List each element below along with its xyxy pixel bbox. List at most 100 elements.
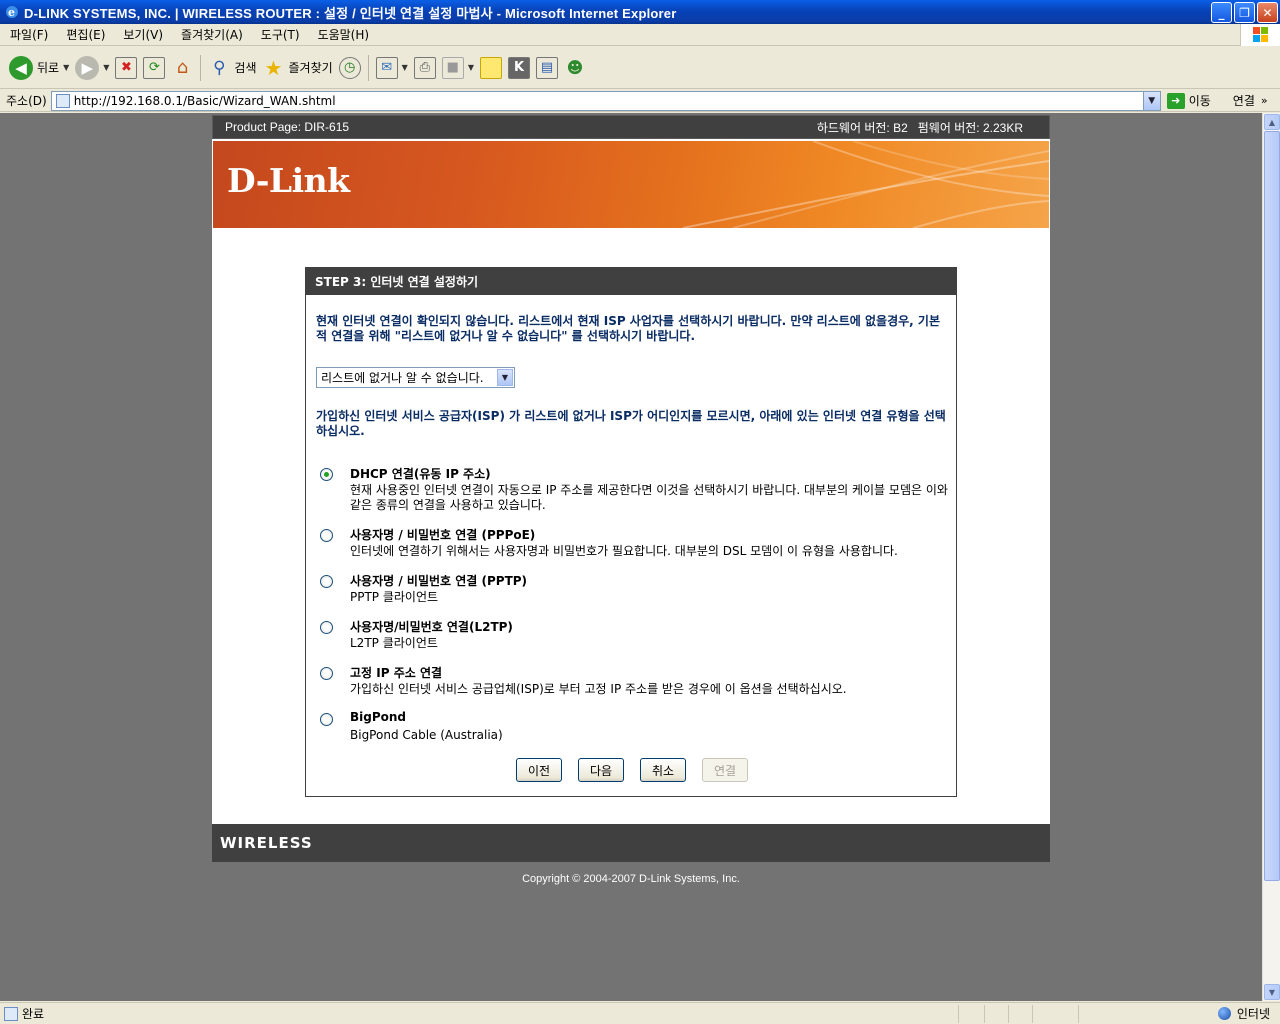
address-bar: 주소(D) http://192.168.0.1/Basic/Wizard_WA…: [0, 90, 1280, 112]
history-icon: ◷: [338, 56, 361, 79]
go-label: 이동: [1188, 94, 1211, 108]
history-button[interactable]: ◷: [336, 51, 364, 85]
isp-select[interactable]: 리스트에 없거나 알 수 없습니다. ▼: [316, 367, 515, 388]
discuss-button[interactable]: [477, 51, 505, 85]
forward-button[interactable]: ▶ ▼: [72, 51, 112, 85]
toolbar: ◀ 뒤로 ▼ ▶ ▼ ✖ ⟳ ⌂ ⚲ 검색 ★ 즐겨찾기 ◷ ✉ ▼ ⎙ ■ ▼…: [0, 47, 1280, 89]
menu-view[interactable]: 보기(V): [113, 26, 171, 43]
refresh-icon: ⟳: [143, 56, 166, 79]
window-title: D-LINK SYSTEMS, INC. | WIRELESS ROUTER :…: [24, 5, 677, 21]
globe-icon: [1217, 1007, 1231, 1020]
windows-logo-icon: [1240, 24, 1280, 46]
dlink-banner: D-Link: [213, 141, 1049, 228]
star-icon: ★: [264, 55, 283, 80]
refresh-button[interactable]: ⟳: [140, 51, 168, 85]
address-label: 주소(D): [6, 94, 47, 108]
go-button[interactable]: ➜ 이동: [1166, 92, 1211, 109]
status-divider: [1032, 1005, 1033, 1023]
status-divider: [1008, 1005, 1009, 1023]
radio-static-ip[interactable]: [320, 667, 333, 680]
radio-pptp[interactable]: [320, 575, 333, 588]
address-url[interactable]: http://192.168.0.1/Basic/Wizard_WAN.shtm…: [74, 94, 336, 108]
option-title: 사용자명/비밀번호 연결(L2TP): [350, 620, 513, 634]
option-desc: 가입하신 인터넷 서비스 공급업체(ISP)로 부터 고정 IP 주소를 받은 …: [350, 682, 847, 696]
menu-help[interactable]: 도움말(H): [308, 26, 378, 43]
notice-text: 가입하신 인터넷 서비스 공급자(ISP) 가 리스트에 없거나 ISP가 어디…: [316, 409, 946, 438]
svg-text:e: e: [8, 6, 15, 19]
security-zone: 인터넷: [1217, 1005, 1270, 1022]
chevron-down-icon[interactable]: ▼: [103, 63, 109, 72]
favorites-button[interactable]: ★ 즐겨찾기: [260, 51, 336, 85]
back-label: 뒤로: [37, 61, 60, 75]
wizard-panel: STEP 3: 인터넷 연결 설정하기 현재 인터넷 연결이 확인되지 않습니다…: [305, 267, 957, 797]
intro-text: 현재 인터넷 연결이 확인되지 않습니다. 리스트에서 현재 ISP 사업자를 …: [316, 314, 940, 343]
chevron-down-icon[interactable]: ▼: [402, 63, 408, 72]
status-bar: 완료 인터넷: [0, 1002, 1280, 1024]
chevron-down-icon[interactable]: ▼: [1142, 91, 1160, 110]
radio-bigpond[interactable]: [320, 713, 333, 726]
links-button[interactable]: 연결: [1233, 92, 1255, 109]
home-icon: ⌂: [176, 57, 189, 78]
scroll-thumb[interactable]: [1264, 131, 1280, 881]
wizard-title: STEP 3: 인터넷 연결 설정하기: [306, 268, 956, 295]
maximize-button[interactable]: ❐: [1234, 2, 1255, 23]
next-button[interactable]: 다음: [578, 758, 624, 782]
print-button[interactable]: ⎙: [411, 51, 439, 85]
vertical-scrollbar[interactable]: ▲ ▼: [1262, 113, 1280, 1001]
option-desc: BigPond Cable (Australia): [350, 728, 503, 742]
option-desc: 현재 사용중인 인터넷 연결이 자동으로 IP 주소를 제공한다면 이것을 선택…: [350, 483, 948, 512]
messenger-button[interactable]: ☻: [561, 51, 589, 85]
edit-button[interactable]: ■ ▼: [439, 51, 477, 85]
page-icon: [55, 93, 70, 108]
k-icon: K: [507, 56, 530, 79]
cancel-button[interactable]: 취소: [640, 758, 686, 782]
version-label: 하드웨어 버전: B2 펌웨어 버전: 2.23KR: [816, 120, 1023, 135]
menu-file[interactable]: 파일(F): [0, 26, 56, 43]
status-divider: [984, 1005, 985, 1023]
close-button[interactable]: ✕: [1257, 2, 1278, 23]
chevron-right-icon[interactable]: »: [1261, 94, 1268, 107]
toolbar-divider: [367, 54, 369, 81]
search-icon: ⚲: [213, 57, 226, 78]
zone-label: 인터넷: [1236, 1007, 1270, 1021]
minimize-button[interactable]: _: [1211, 2, 1232, 23]
research-button[interactable]: ▤: [533, 51, 561, 85]
option-title: 사용자명 / 비밀번호 연결 (PPPoE): [350, 528, 536, 542]
menu-bar: 파일(F) 편집(E) 보기(V) 즐겨찾기(A) 도구(T) 도움말(H): [0, 24, 1280, 46]
research-icon: ▤: [535, 56, 558, 79]
title-bar: e D-LINK SYSTEMS, INC. | WIRELESS ROUTER…: [0, 0, 1280, 24]
chevron-down-icon[interactable]: ▼: [468, 63, 474, 72]
search-button[interactable]: ⚲ 검색: [205, 51, 259, 85]
address-input[interactable]: http://192.168.0.1/Basic/Wizard_WAN.shtm…: [50, 90, 1161, 111]
menu-tools[interactable]: 도구(T): [251, 26, 308, 43]
radio-dhcp[interactable]: [320, 468, 333, 481]
menu-favorites[interactable]: 즐겨찾기(A): [171, 26, 251, 43]
mail-button[interactable]: ✉ ▼: [373, 51, 411, 85]
dlink-logo: D-Link: [227, 161, 350, 200]
isp-select-value: 리스트에 없거나 알 수 없습니다.: [321, 371, 484, 385]
scroll-down-icon[interactable]: ▼: [1264, 984, 1280, 1000]
connect-button[interactable]: 연결: [702, 758, 748, 782]
edit-icon: ■: [441, 56, 464, 79]
option-title: DHCP 연결(유동 IP 주소): [350, 467, 491, 481]
mail-icon: ✉: [375, 56, 398, 79]
stop-button[interactable]: ✖: [112, 51, 140, 85]
option-title: 사용자명 / 비밀번호 연결 (PPTP): [350, 574, 528, 588]
note-icon: [479, 56, 502, 79]
option-desc: PPTP 클라이언트: [350, 590, 439, 604]
scroll-up-icon[interactable]: ▲: [1264, 114, 1280, 130]
back-button[interactable]: ◀ 뒤로 ▼: [6, 51, 72, 85]
copyright-text: Copyright © 2004-2007 D-Link Systems, In…: [522, 873, 740, 885]
k-button[interactable]: K: [505, 51, 533, 85]
favorites-label: 즐겨찾기: [288, 61, 333, 75]
radio-l2tp[interactable]: [320, 621, 333, 634]
home-button[interactable]: ⌂: [168, 51, 196, 85]
printer-icon: ⎙: [413, 56, 436, 79]
prev-button[interactable]: 이전: [516, 758, 562, 782]
radio-pppoe[interactable]: [320, 529, 333, 542]
forward-arrow-icon: ▶: [75, 55, 100, 80]
option-desc: 인터넷에 연결하기 위해서는 사용자명과 비밀번호가 필요합니다. 대부분의 D…: [350, 544, 898, 558]
chevron-down-icon[interactable]: ▼: [497, 369, 513, 386]
chevron-down-icon[interactable]: ▼: [63, 63, 69, 72]
menu-edit[interactable]: 편집(E): [56, 26, 113, 43]
